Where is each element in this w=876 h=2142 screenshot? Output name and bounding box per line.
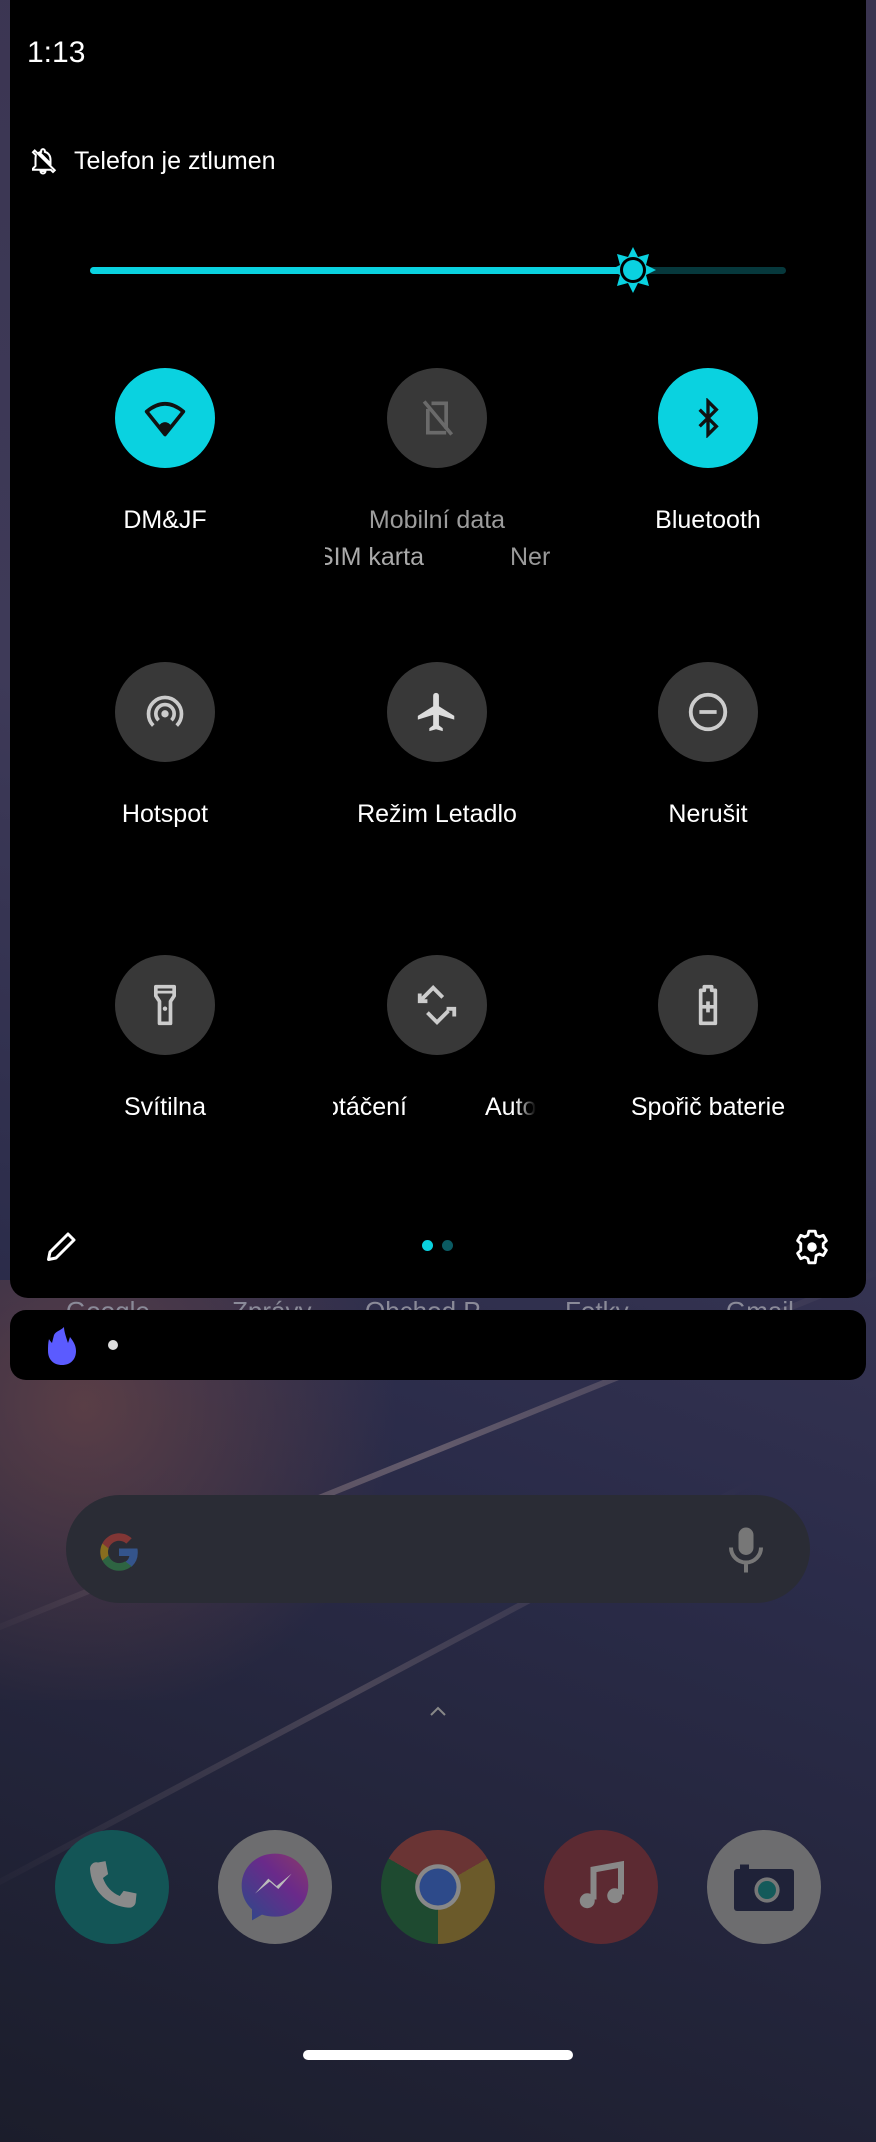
tile-label: Bluetooth [655,506,761,534]
tile-label: DM&JF [123,506,207,534]
auto-rotate-icon [417,985,457,1025]
tile-label: Nerušit [668,800,748,828]
tile-secondary-text: Ner [510,543,551,571]
tile-secondary-text: SIM karta [317,543,424,571]
pencil-icon[interactable] [44,1228,80,1264]
tile-wifi[interactable]: DM&JF [45,368,285,535]
tile-secondary-marquee: SIM karta Ner [317,543,557,575]
app-label: Obchod P [365,1298,481,1310]
app-label: Gmail [726,1298,794,1310]
tile-mobile-data[interactable]: Mobilní data SIM karta Ner [317,368,557,575]
flashlight-icon [154,984,176,1026]
microphone-icon[interactable] [726,1525,766,1575]
google-search-bar[interactable] [66,1495,810,1603]
notification-dot [108,1340,118,1350]
dock-app-messenger[interactable] [218,1830,332,1944]
brightness-thumb-sun-icon[interactable] [609,246,657,294]
notification-bar[interactable] [10,1310,866,1380]
page-dot[interactable] [442,1240,453,1251]
tile-hotspot[interactable]: Hotspot [45,662,285,829]
tile-label-text: otáčení [325,1093,408,1121]
dock-app-music[interactable] [544,1830,658,1944]
app-labels-peeking: Google Zprávy Obchod P Fotky Gmail [0,1298,876,1310]
page-indicator [422,1240,453,1251]
chevron-up-icon[interactable] [428,1704,448,1718]
brightness-slider[interactable] [90,247,786,293]
ringer-status-label: Telefon je ztlumen [74,146,276,175]
music-note-icon [579,1860,624,1909]
tile-bluetooth[interactable]: Bluetooth [588,368,828,535]
wifi-icon [144,401,186,437]
tile-airplane-mode[interactable]: Režim Letadlo [317,662,557,829]
status-time: 1:13 [27,36,86,69]
no-sim-icon [422,400,454,436]
do-not-disturb-icon [688,692,728,732]
dock-app-chrome[interactable] [381,1830,495,1944]
dock-app-phone[interactable] [55,1830,169,1944]
battery-saver-icon [698,984,718,1026]
camera-icon [734,1864,794,1911]
tile-label: Režim Letadlo [357,800,517,828]
tile-label-marquee: otáčení Auto [317,1093,557,1123]
brightness-fill [90,267,633,274]
tile-label: Hotspot [121,800,209,828]
google-g-icon [100,1533,138,1571]
tile-flashlight[interactable]: Svítilna [45,955,285,1122]
messenger-icon [241,1853,309,1921]
tile-label: Svítilna [124,1093,206,1121]
bell-off-icon [31,148,57,175]
gear-icon[interactable] [793,1228,831,1266]
app-label: Fotky [565,1298,629,1310]
hotspot-icon [146,695,184,727]
tile-label: Mobilní data [368,506,506,534]
ringer-status[interactable]: Telefon je ztlumen [28,146,276,176]
gesture-nav-handle[interactable] [303,2050,573,2060]
tile-auto-rotate[interactable]: otáčení Auto [317,955,557,1123]
app-label: Zprávy [232,1298,311,1310]
phone-icon [90,1861,137,1908]
app-label: Google [66,1298,150,1310]
flame-icon [48,1327,76,1365]
chrome-icon [415,1864,461,1910]
airplane-icon [417,692,455,732]
tile-battery-saver[interactable]: Spořič baterie [588,955,828,1122]
tile-label: Spořič baterie [630,1093,786,1121]
page-dot-active[interactable] [422,1240,433,1251]
tile-label-text: Auto [485,1093,537,1121]
tile-do-not-disturb[interactable]: Nerušit [588,662,828,829]
bluetooth-icon [698,398,719,438]
dock-app-camera[interactable] [707,1830,821,1944]
